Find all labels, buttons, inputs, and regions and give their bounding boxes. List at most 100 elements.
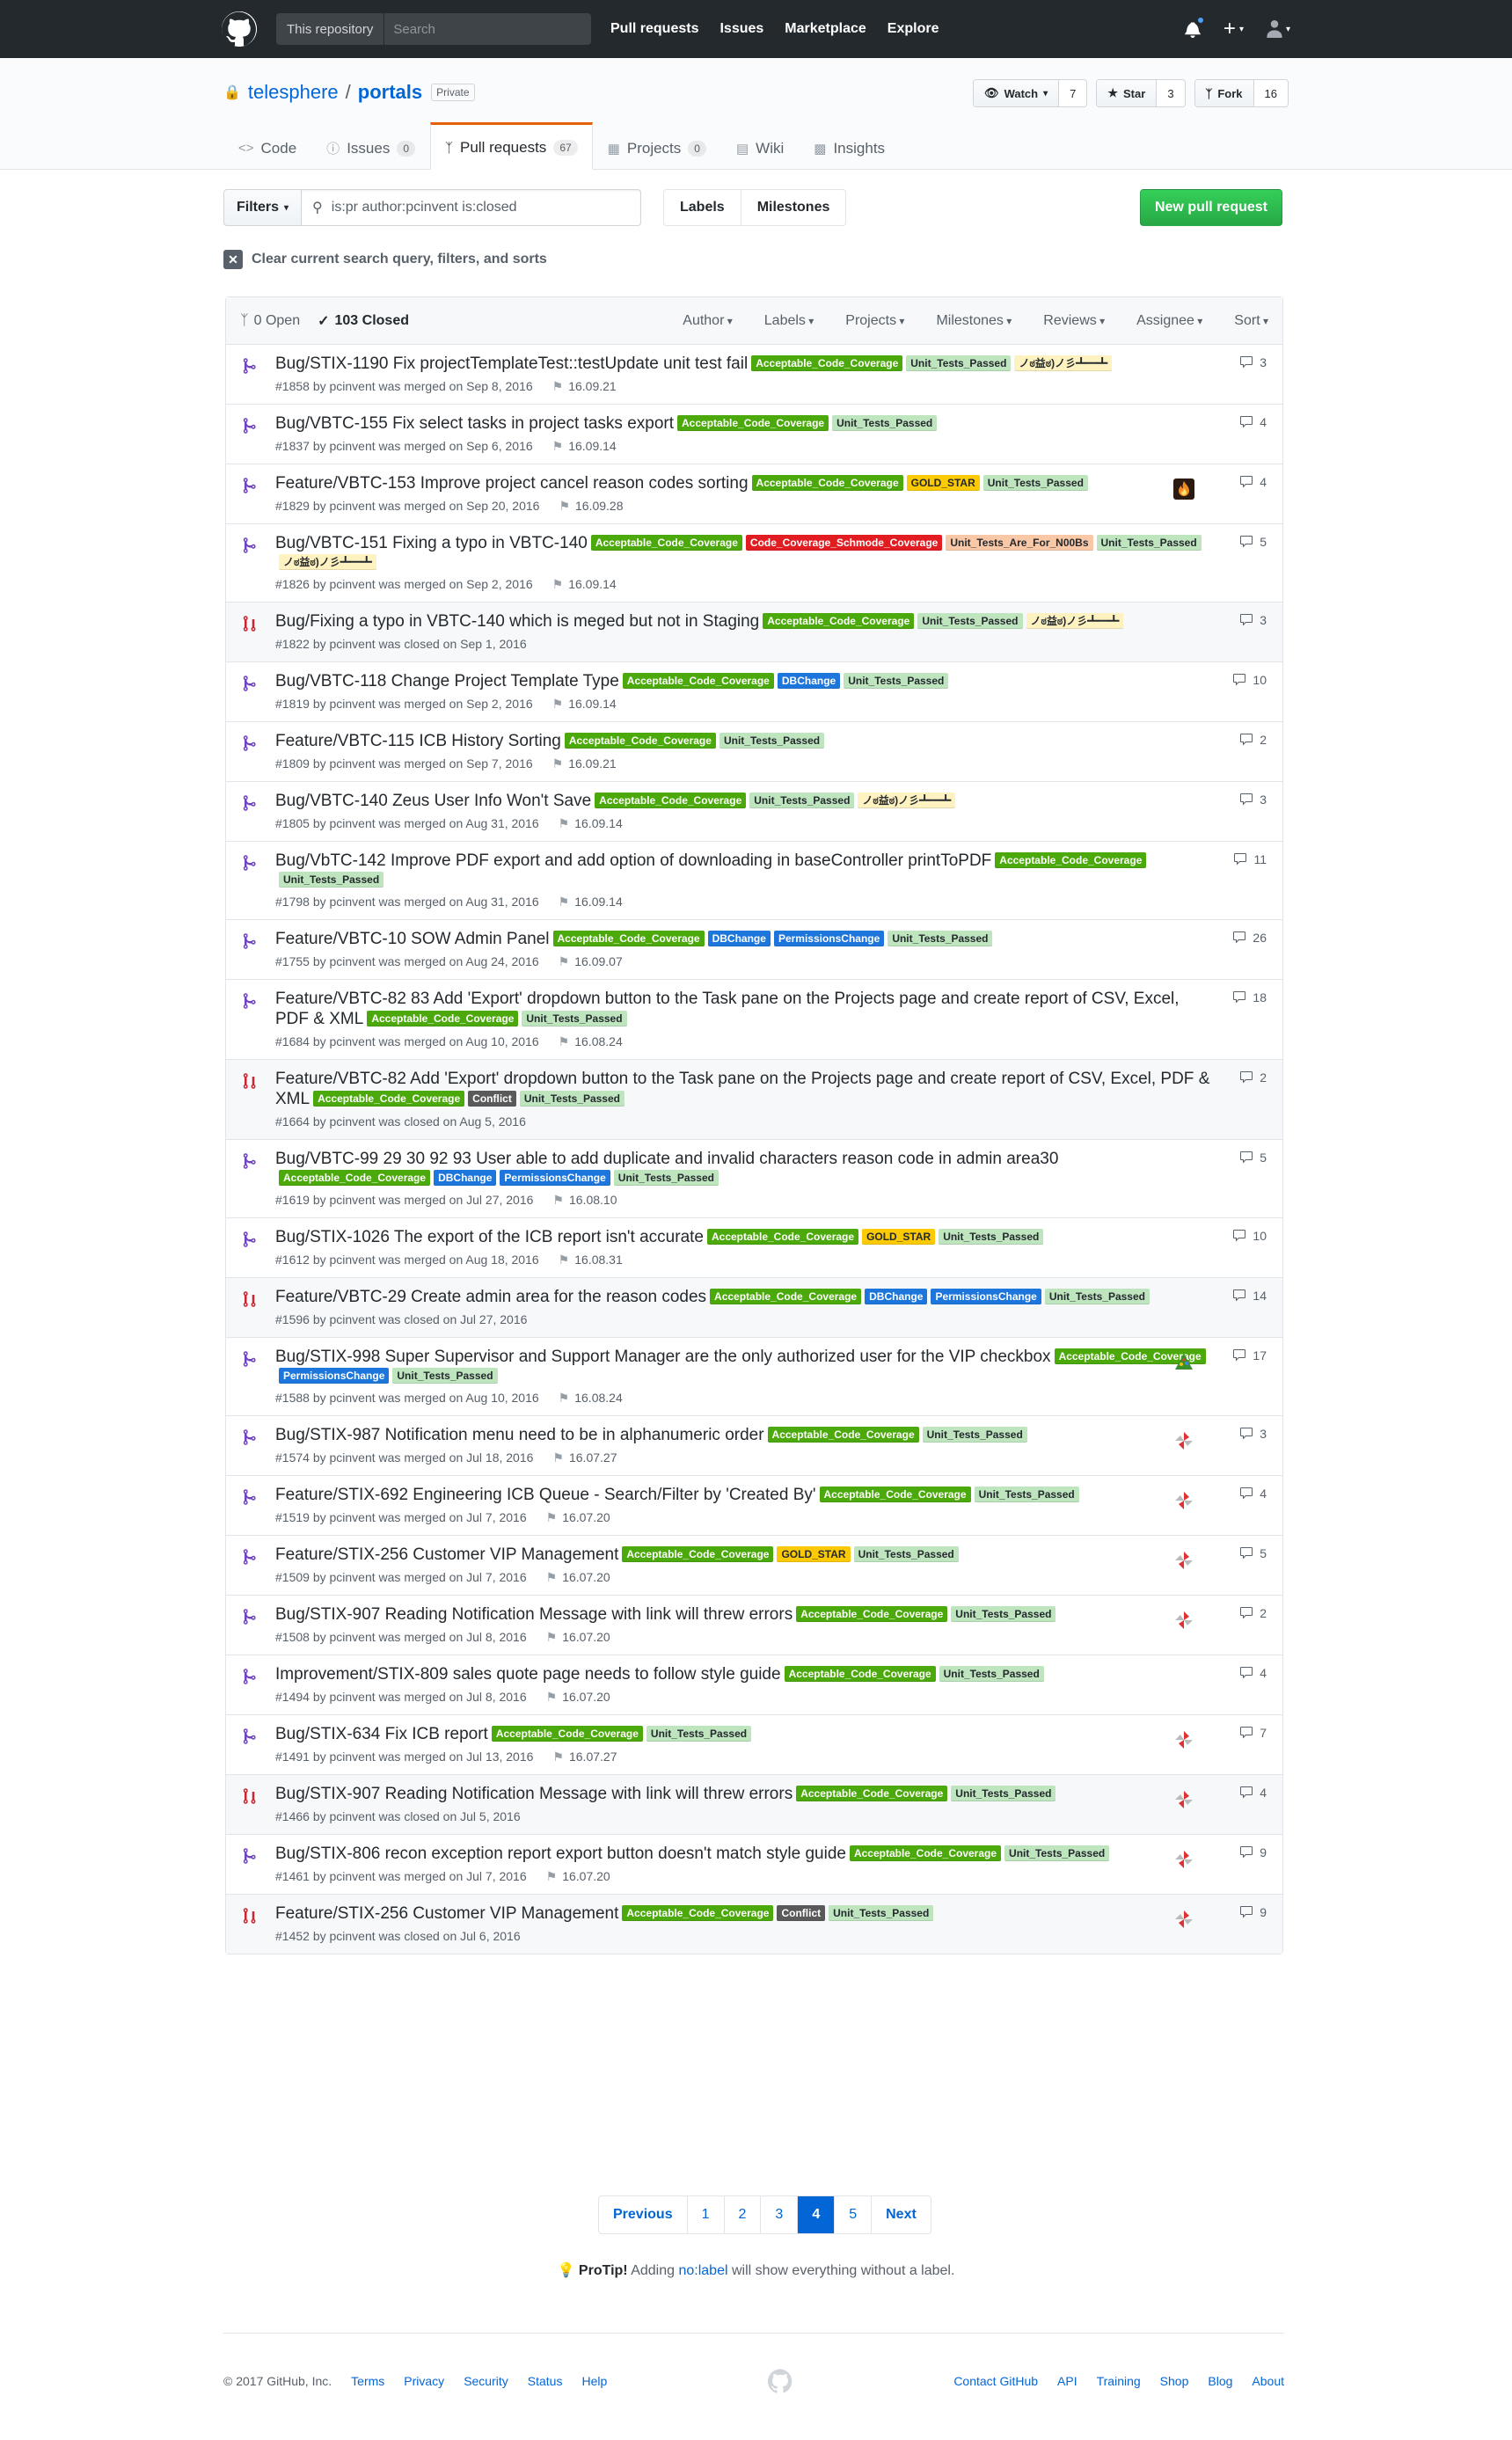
fork-button[interactable]: ᛉ Fork 16 [1194, 79, 1289, 107]
issue-label[interactable]: Acceptable_Code_Coverage [677, 415, 829, 431]
footer-about[interactable]: About [1252, 2374, 1284, 2388]
milestone-link[interactable]: 16.09.14 [552, 697, 617, 711]
issue-label[interactable]: Unit_Tests_Passed [974, 1487, 1079, 1502]
tab-code[interactable]: <> Code [223, 122, 311, 170]
issue-label[interactable]: Acceptable_Code_Coverage [622, 673, 774, 689]
issue-label[interactable]: Unit_Tests_Passed [832, 415, 938, 431]
page-2[interactable]: 2 [725, 2196, 762, 2233]
issue-label[interactable]: ノಠ益ಠ)ノ彡┻━┻ [279, 554, 376, 570]
next-page-button[interactable]: Next [872, 2196, 931, 2233]
issue-label[interactable]: PermissionsChange [773, 931, 885, 946]
issue-label[interactable]: Unit_Tests_Passed [519, 1091, 625, 1107]
comment-count[interactable]: 3 [1238, 355, 1267, 369]
author-filter[interactable]: Author [683, 313, 733, 329]
open-filter[interactable]: ᛉ0 Open [240, 312, 300, 330]
tab-wiki[interactable]: ▤ Wiki [721, 122, 799, 170]
closed-filter[interactable]: ✓ 103 Closed [318, 312, 409, 330]
comment-count[interactable]: 2 [1238, 1070, 1267, 1085]
issue-label[interactable]: DBChange [434, 1170, 497, 1186]
issue-label[interactable]: Unit_Tests_Passed [829, 1905, 934, 1921]
comment-count[interactable]: 26 [1231, 931, 1267, 945]
filter-query-input[interactable]: ⚲ is:pr author:pcinvent is:closed [302, 189, 642, 226]
issue-label[interactable]: Acceptable_Code_Coverage [751, 475, 903, 491]
comment-count[interactable]: 4 [1238, 1487, 1267, 1501]
milestone-link[interactable]: 16.09.14 [552, 439, 617, 453]
star-button[interactable]: ★ Star 3 [1096, 79, 1186, 107]
comment-count[interactable]: 4 [1238, 415, 1267, 429]
comment-count[interactable]: 2 [1238, 1606, 1267, 1620]
pull-request-title-link[interactable]: Feature/STIX-256 Customer VIP Management [275, 1904, 618, 1923]
footer-privacy[interactable]: Privacy [404, 2374, 444, 2388]
issue-label[interactable]: Acceptable_Code_Coverage [622, 1905, 774, 1921]
issue-label[interactable]: Acceptable_Code_Coverage [552, 931, 705, 946]
repo-owner-link[interactable]: telesphere [248, 81, 339, 104]
comment-count[interactable]: 9 [1238, 1845, 1267, 1859]
milestone-link[interactable]: 16.09.21 [552, 379, 617, 393]
pull-request-title-link[interactable]: Feature/STIX-692 Engineering ICB Queue -… [275, 1486, 816, 1504]
issue-label[interactable]: Acceptable_Code_Coverage [367, 1011, 519, 1026]
clear-filters-link[interactable]: ✕ Clear current search query, filters, a… [223, 250, 547, 269]
footer-contact[interactable]: Contact GitHub [953, 2374, 1038, 2388]
pull-request-title-link[interactable]: Bug/VBTC-140 Zeus User Info Won't Save [275, 792, 591, 810]
issue-label[interactable]: Code_Coverage_Schmode_Coverage [745, 535, 943, 551]
issue-label[interactable]: Unit_Tests_Passed [906, 355, 1012, 371]
pull-request-title-link[interactable]: Bug/STIX-634 Fix ICB report [275, 1725, 488, 1743]
reviews-filter[interactable]: Reviews [1043, 313, 1105, 329]
pull-request-title-link[interactable]: Bug/STIX-998 Super Supervisor and Suppor… [275, 1348, 1051, 1366]
issue-label[interactable]: Unit_Tests_Passed [1096, 535, 1202, 551]
issue-label[interactable]: Acceptable_Code_Coverage [710, 1289, 862, 1304]
comment-count[interactable]: 4 [1238, 1786, 1267, 1800]
comment-count[interactable]: 3 [1238, 613, 1267, 627]
issue-label[interactable]: ノಠ益ಠ)ノ彡┻━┻ [1026, 613, 1124, 629]
issue-label[interactable]: Unit_Tests_Passed [887, 931, 993, 946]
issue-label[interactable]: Acceptable_Code_Coverage [279, 1170, 431, 1186]
issue-label[interactable]: Acceptable_Code_Coverage [564, 733, 716, 749]
pull-request-title-link[interactable]: Feature/VBTC-29 Create admin area for th… [275, 1288, 706, 1306]
milestone-link[interactable]: 16.07.20 [546, 1570, 610, 1584]
comment-count[interactable]: 9 [1238, 1905, 1267, 1919]
issue-label[interactable]: Unit_Tests_Passed [749, 793, 855, 808]
pull-request-title-link[interactable]: Bug/STIX-1190 Fix projectTemplateTest::t… [275, 354, 748, 373]
issue-label[interactable]: Acceptable_Code_Coverage [491, 1726, 643, 1742]
assignee-avatar[interactable] [1173, 1490, 1194, 1511]
pull-request-title-link[interactable]: Bug/STIX-806 recon exception report expo… [275, 1845, 846, 1863]
assignee-avatar[interactable] [1173, 1430, 1194, 1451]
nav-pull-requests[interactable]: Pull requests [610, 21, 698, 37]
issue-label[interactable]: Conflict [468, 1091, 516, 1107]
issue-label[interactable]: Unit_Tests_Passed [646, 1726, 752, 1742]
tab-pull-requests[interactable]: ᛉ Pull requests 67 [430, 122, 593, 170]
issue-label[interactable]: ノಠ益ಠ)ノ彡┻━┻ [1014, 355, 1113, 371]
issue-label[interactable]: Unit_Tests_Passed [1004, 1845, 1110, 1861]
assignee-avatar[interactable] [1173, 1849, 1194, 1870]
pull-request-title-link[interactable]: Bug/STIX-907 Reading Notification Messag… [275, 1785, 793, 1803]
pull-request-title-link[interactable]: Bug/VbTC-142 Improve PDF export and add … [275, 851, 991, 870]
assignee-filter[interactable]: Assignee [1136, 313, 1202, 329]
comment-count[interactable]: 5 [1238, 1151, 1267, 1165]
tab-insights[interactable]: ▩ Insights [799, 122, 900, 170]
pull-request-title-link[interactable]: Feature/VBTC-153 Improve project cancel … [275, 474, 749, 493]
issue-label[interactable]: Unit_Tests_Passed [613, 1170, 719, 1186]
comment-count[interactable]: 18 [1231, 990, 1267, 1004]
notifications-bell-icon[interactable] [1185, 16, 1205, 38]
issue-label[interactable]: GOLD_STAR [862, 1229, 936, 1245]
assignee-avatar[interactable] [1173, 479, 1194, 500]
page-3[interactable]: 3 [761, 2196, 799, 2233]
comment-count[interactable]: 4 [1238, 1666, 1267, 1680]
milestones-filter[interactable]: Milestones [936, 313, 1012, 329]
milestone-link[interactable]: 16.09.14 [559, 816, 623, 830]
milestone-link[interactable]: 16.09.28 [559, 499, 623, 513]
milestone-link[interactable]: 16.08.31 [559, 1253, 623, 1267]
issue-label[interactable]: Unit_Tests_Passed [951, 1786, 1056, 1801]
pull-request-title-link[interactable]: Bug/STIX-987 Notification menu need to b… [275, 1426, 764, 1444]
issue-label[interactable]: Unit_Tests_Passed [522, 1011, 627, 1026]
issue-label[interactable]: PermissionsChange [500, 1170, 610, 1186]
watch-button[interactable]: 👁 Watch ▾ 7 [973, 79, 1088, 107]
issue-label[interactable]: Unit_Tests_Passed [922, 1427, 1027, 1443]
milestone-link[interactable]: 16.07.20 [546, 1690, 610, 1704]
star-count[interactable]: 3 [1157, 80, 1185, 106]
milestone-link[interactable]: 16.08.24 [559, 1391, 623, 1405]
comment-count[interactable]: 5 [1238, 535, 1267, 549]
comment-count[interactable]: 7 [1238, 1726, 1267, 1740]
milestone-link[interactable]: 16.07.20 [546, 1869, 610, 1883]
pull-request-title-link[interactable]: Feature/STIX-256 Customer VIP Management [275, 1545, 618, 1564]
